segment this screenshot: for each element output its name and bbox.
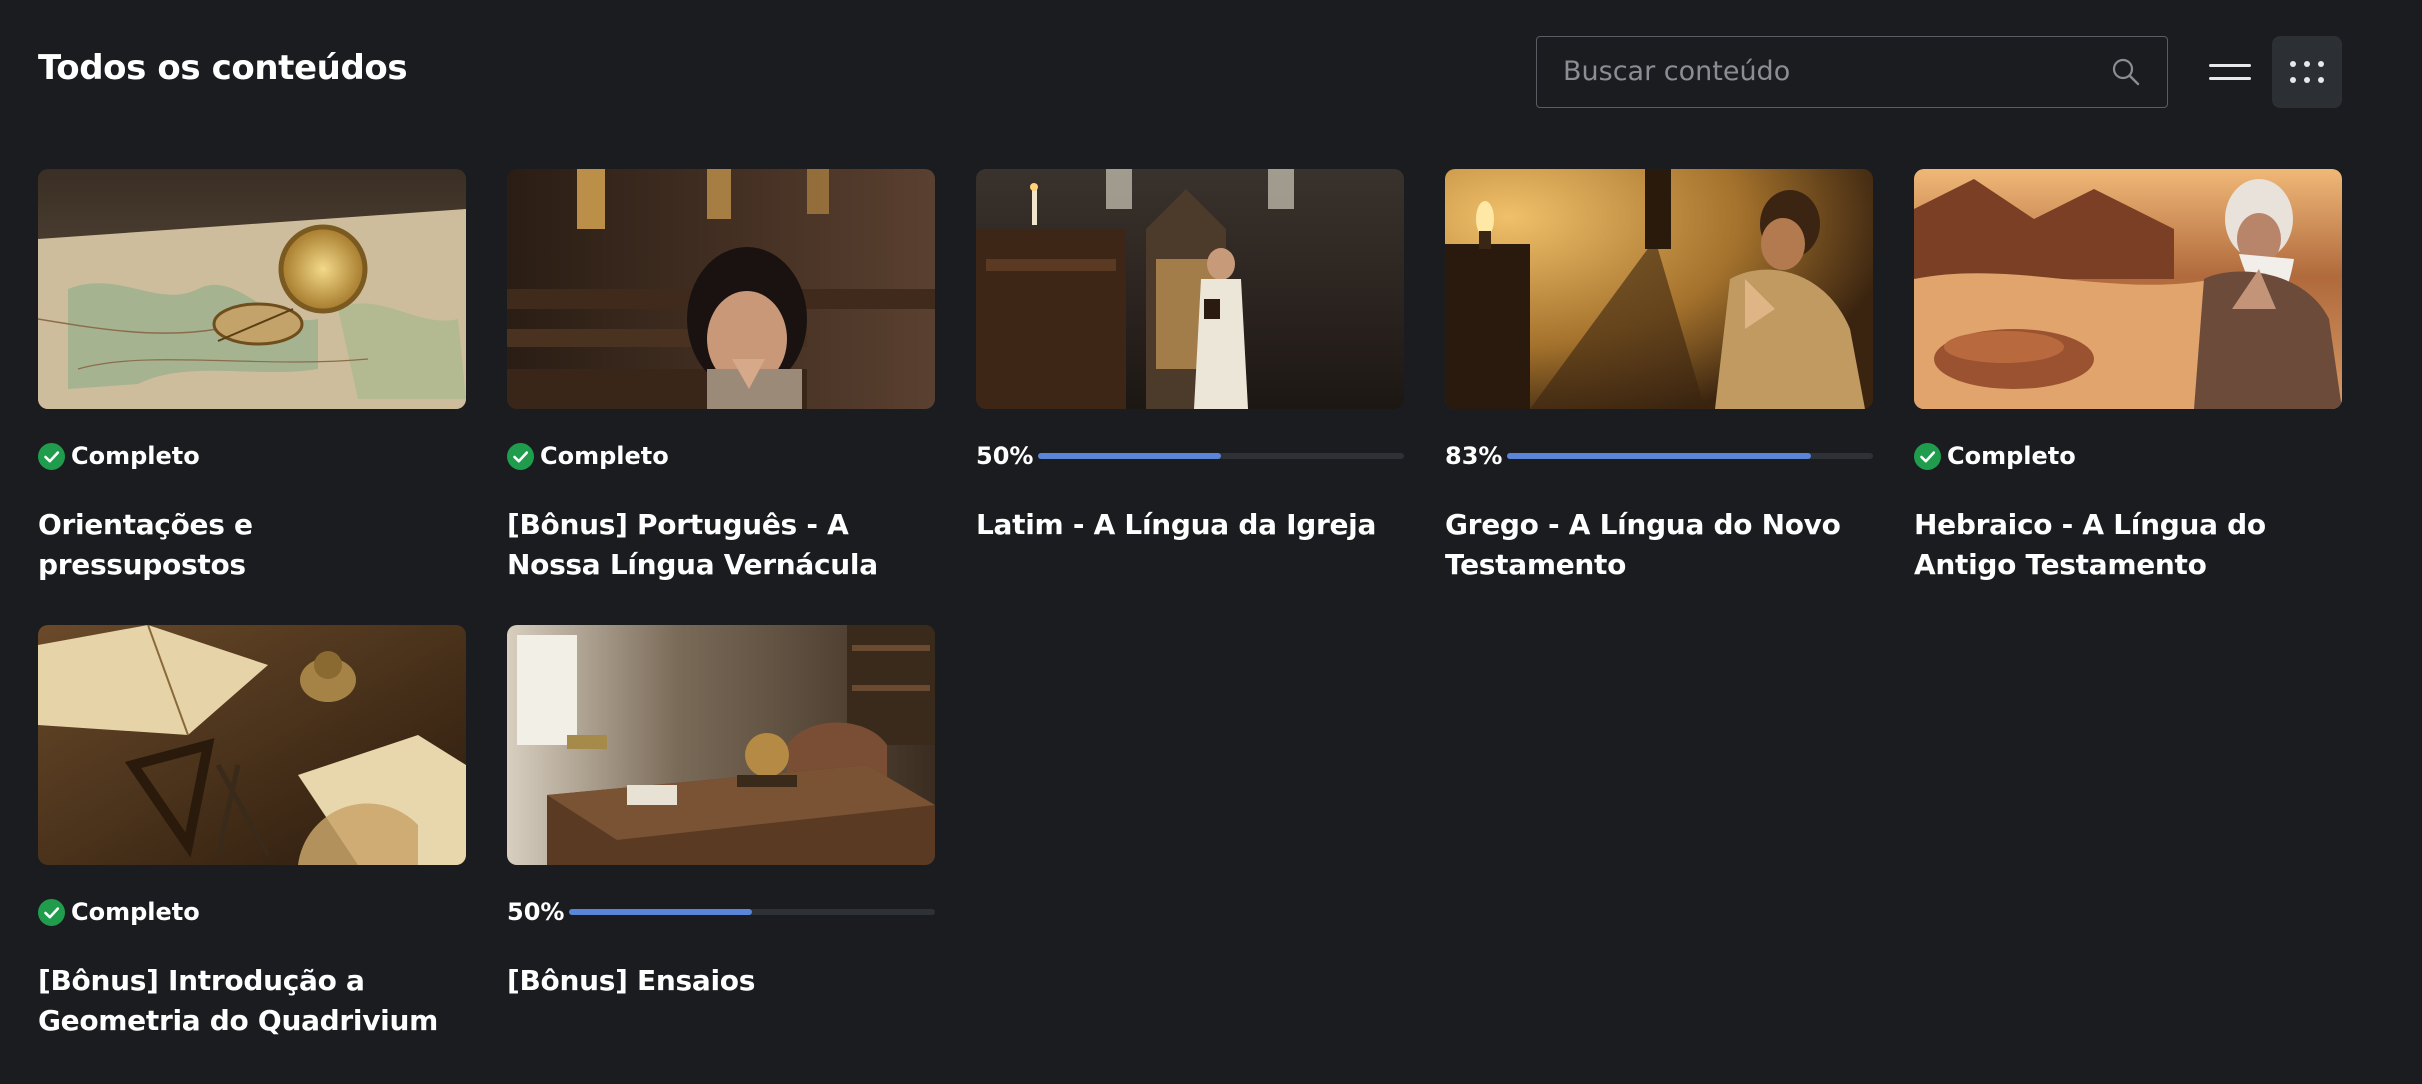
- course-card[interactable]: Completo [Bônus] Português - A Nossa Lín…: [507, 169, 935, 585]
- course-thumbnail[interactable]: [1914, 169, 2342, 409]
- progress-bar: [1507, 453, 1873, 459]
- progress-bar: [1038, 453, 1404, 459]
- list-view-button[interactable]: [2200, 36, 2260, 108]
- progress-fill: [569, 909, 752, 915]
- progress-percent: 50%: [976, 442, 1034, 470]
- status-row: Completo: [1914, 441, 2342, 471]
- list-view-icon-line: [2209, 77, 2251, 80]
- check-circle-icon: [507, 442, 534, 470]
- course-card[interactable]: Completo Hebraico - A Língua do Antigo T…: [1914, 169, 2342, 585]
- course-thumbnail[interactable]: [38, 169, 466, 409]
- course-thumbnail[interactable]: [976, 169, 1404, 409]
- progress-fill: [1507, 453, 1811, 459]
- check-circle-icon: [1914, 442, 1941, 470]
- course-title[interactable]: Grego - A Língua do Novo Testamento: [1445, 505, 1873, 585]
- course-title[interactable]: Latim - A Língua da Igreja: [976, 505, 1404, 545]
- status-row: 50%: [976, 441, 1404, 471]
- course-card[interactable]: 50% Latim - A Língua da Igreja: [976, 169, 1404, 545]
- page-title: Todos os conteúdos: [38, 48, 408, 88]
- progress-percent: 83%: [1445, 442, 1503, 470]
- course-title[interactable]: Orientações e pressupostos: [38, 505, 466, 585]
- course-card[interactable]: 83% Grego - A Língua do Novo Testamento: [1445, 169, 1873, 585]
- course-thumbnail[interactable]: [507, 625, 935, 865]
- status-row: 83%: [1445, 441, 1873, 471]
- course-title[interactable]: Hebraico - A Língua do Antigo Testamento: [1914, 505, 2342, 585]
- status-row: 50%: [507, 897, 935, 927]
- course-thumbnail[interactable]: [1445, 169, 1873, 409]
- grid-view-button[interactable]: [2272, 36, 2342, 108]
- status-label: Completo: [1947, 442, 2076, 470]
- list-view-icon: [2209, 64, 2251, 67]
- content-library-page: Todos os conteúdos Buscar conteúdo Compl…: [0, 0, 2422, 1084]
- search-box: [1536, 36, 2168, 108]
- course-title[interactable]: [Bônus] Português - A Nossa Língua Verná…: [507, 505, 935, 585]
- course-title[interactable]: [Bônus] Ensaios: [507, 961, 935, 1001]
- status-row: Completo: [38, 441, 466, 471]
- status-row: Completo: [507, 441, 935, 471]
- course-card[interactable]: Completo Orientações e pressupostos: [38, 169, 466, 585]
- course-card[interactable]: Completo [Bônus] Introdução a Geometria …: [38, 625, 466, 1041]
- course-title[interactable]: [Bônus] Introdução a Geometria do Quadri…: [38, 961, 466, 1041]
- status-label: Completo: [540, 442, 669, 470]
- course-thumbnail[interactable]: [38, 625, 466, 865]
- course-thumbnail[interactable]: [507, 169, 935, 409]
- status-label: Completo: [71, 442, 200, 470]
- progress-percent: 50%: [507, 898, 565, 926]
- status-row: Completo: [38, 897, 466, 927]
- status-label: Completo: [71, 898, 200, 926]
- check-circle-icon: [38, 442, 65, 470]
- search-input[interactable]: [1537, 37, 2097, 106]
- progress-bar: [569, 909, 935, 915]
- progress-fill: [1038, 453, 1221, 459]
- search-icon[interactable]: [2111, 57, 2141, 87]
- check-circle-icon: [38, 898, 65, 926]
- course-card[interactable]: 50% [Bônus] Ensaios: [507, 625, 935, 1001]
